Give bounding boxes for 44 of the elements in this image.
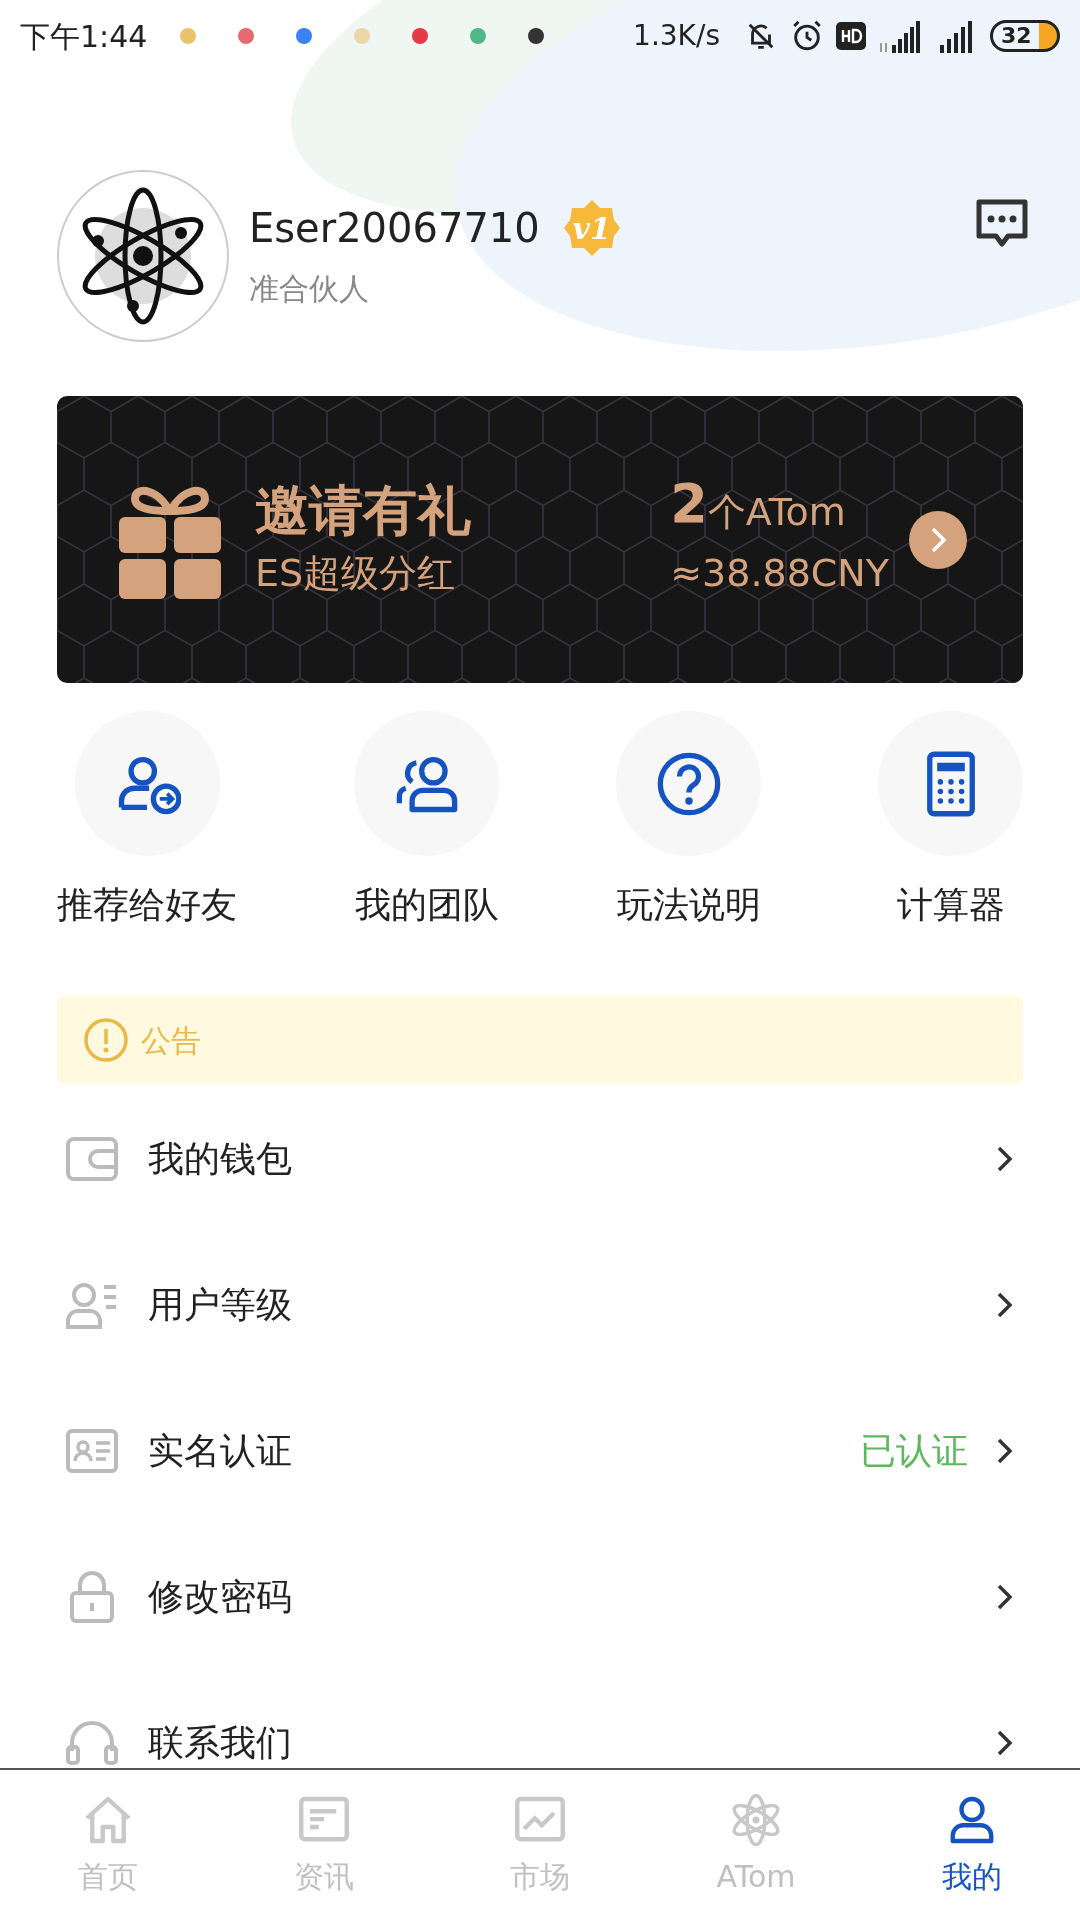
notification-icon: [179, 27, 198, 45]
notification-icon: [411, 27, 430, 45]
hd-icon: [836, 22, 866, 50]
battery-level: 32: [1001, 25, 1032, 47]
reward-unit: 个ATom: [707, 493, 846, 531]
notification-icon: [353, 27, 372, 45]
notification-icon: [527, 27, 546, 45]
menu-label: 我的钱包: [148, 1137, 292, 1181]
menu-label: 实名认证: [148, 1429, 292, 1473]
menu-row[interactable]: 修改密码: [0, 1524, 1080, 1670]
menu-row[interactable]: 联系我们: [0, 1670, 1080, 1768]
exclamation-icon: [83, 1017, 129, 1063]
chevron-right-icon: [996, 1728, 1014, 1758]
status-time: 下午1:44: [20, 17, 148, 56]
level-badge: v1: [561, 198, 622, 258]
menu-label: 联系我们: [148, 1721, 292, 1765]
notification-icon: [237, 27, 256, 45]
username: Eser20067710: [249, 204, 540, 253]
menu-label: 修改密码: [148, 1575, 292, 1619]
notification-icon: [295, 27, 314, 45]
notice-label: 公告: [141, 1021, 201, 1060]
menu-row[interactable]: 我的钱包: [0, 1086, 1080, 1232]
chevron-right-icon: [996, 1290, 1014, 1320]
reward-value: ≈38.88CNY: [670, 550, 889, 597]
user-role: 准合伙人: [249, 270, 370, 308]
menu-row[interactable]: 实名认证 已认证: [0, 1378, 1080, 1524]
banner-subtitle: ES超级分红: [255, 549, 457, 597]
tab[interactable]: 我的: [864, 1770, 1080, 1920]
invite-banner[interactable]: 邀请有礼 ES超级分红 2个ATom ≈38.88CNY: [57, 396, 1023, 683]
status-label: 已认证: [860, 1429, 968, 1473]
shortcut-label: 玩法说明: [616, 883, 761, 927]
reward-amount: 2: [670, 477, 708, 531]
chevron-right-icon: [996, 1144, 1014, 1174]
banner-title: 邀请有礼: [255, 478, 471, 545]
chevron-right-icon: [996, 1582, 1014, 1612]
menu-row[interactable]: 用户等级: [0, 1232, 1080, 1378]
shortcut-label: 我的团队: [354, 883, 499, 927]
shortcut-label: 推荐给好友: [57, 883, 237, 927]
network-speed: 1.3K/s: [633, 18, 720, 54]
notification-icon: [469, 27, 488, 45]
shortcut-label: 计算器: [896, 883, 1005, 927]
chevron-right-icon: [996, 1436, 1014, 1466]
chevron-right-icon[interactable]: [909, 510, 967, 569]
menu-label: 用户等级: [148, 1283, 292, 1327]
